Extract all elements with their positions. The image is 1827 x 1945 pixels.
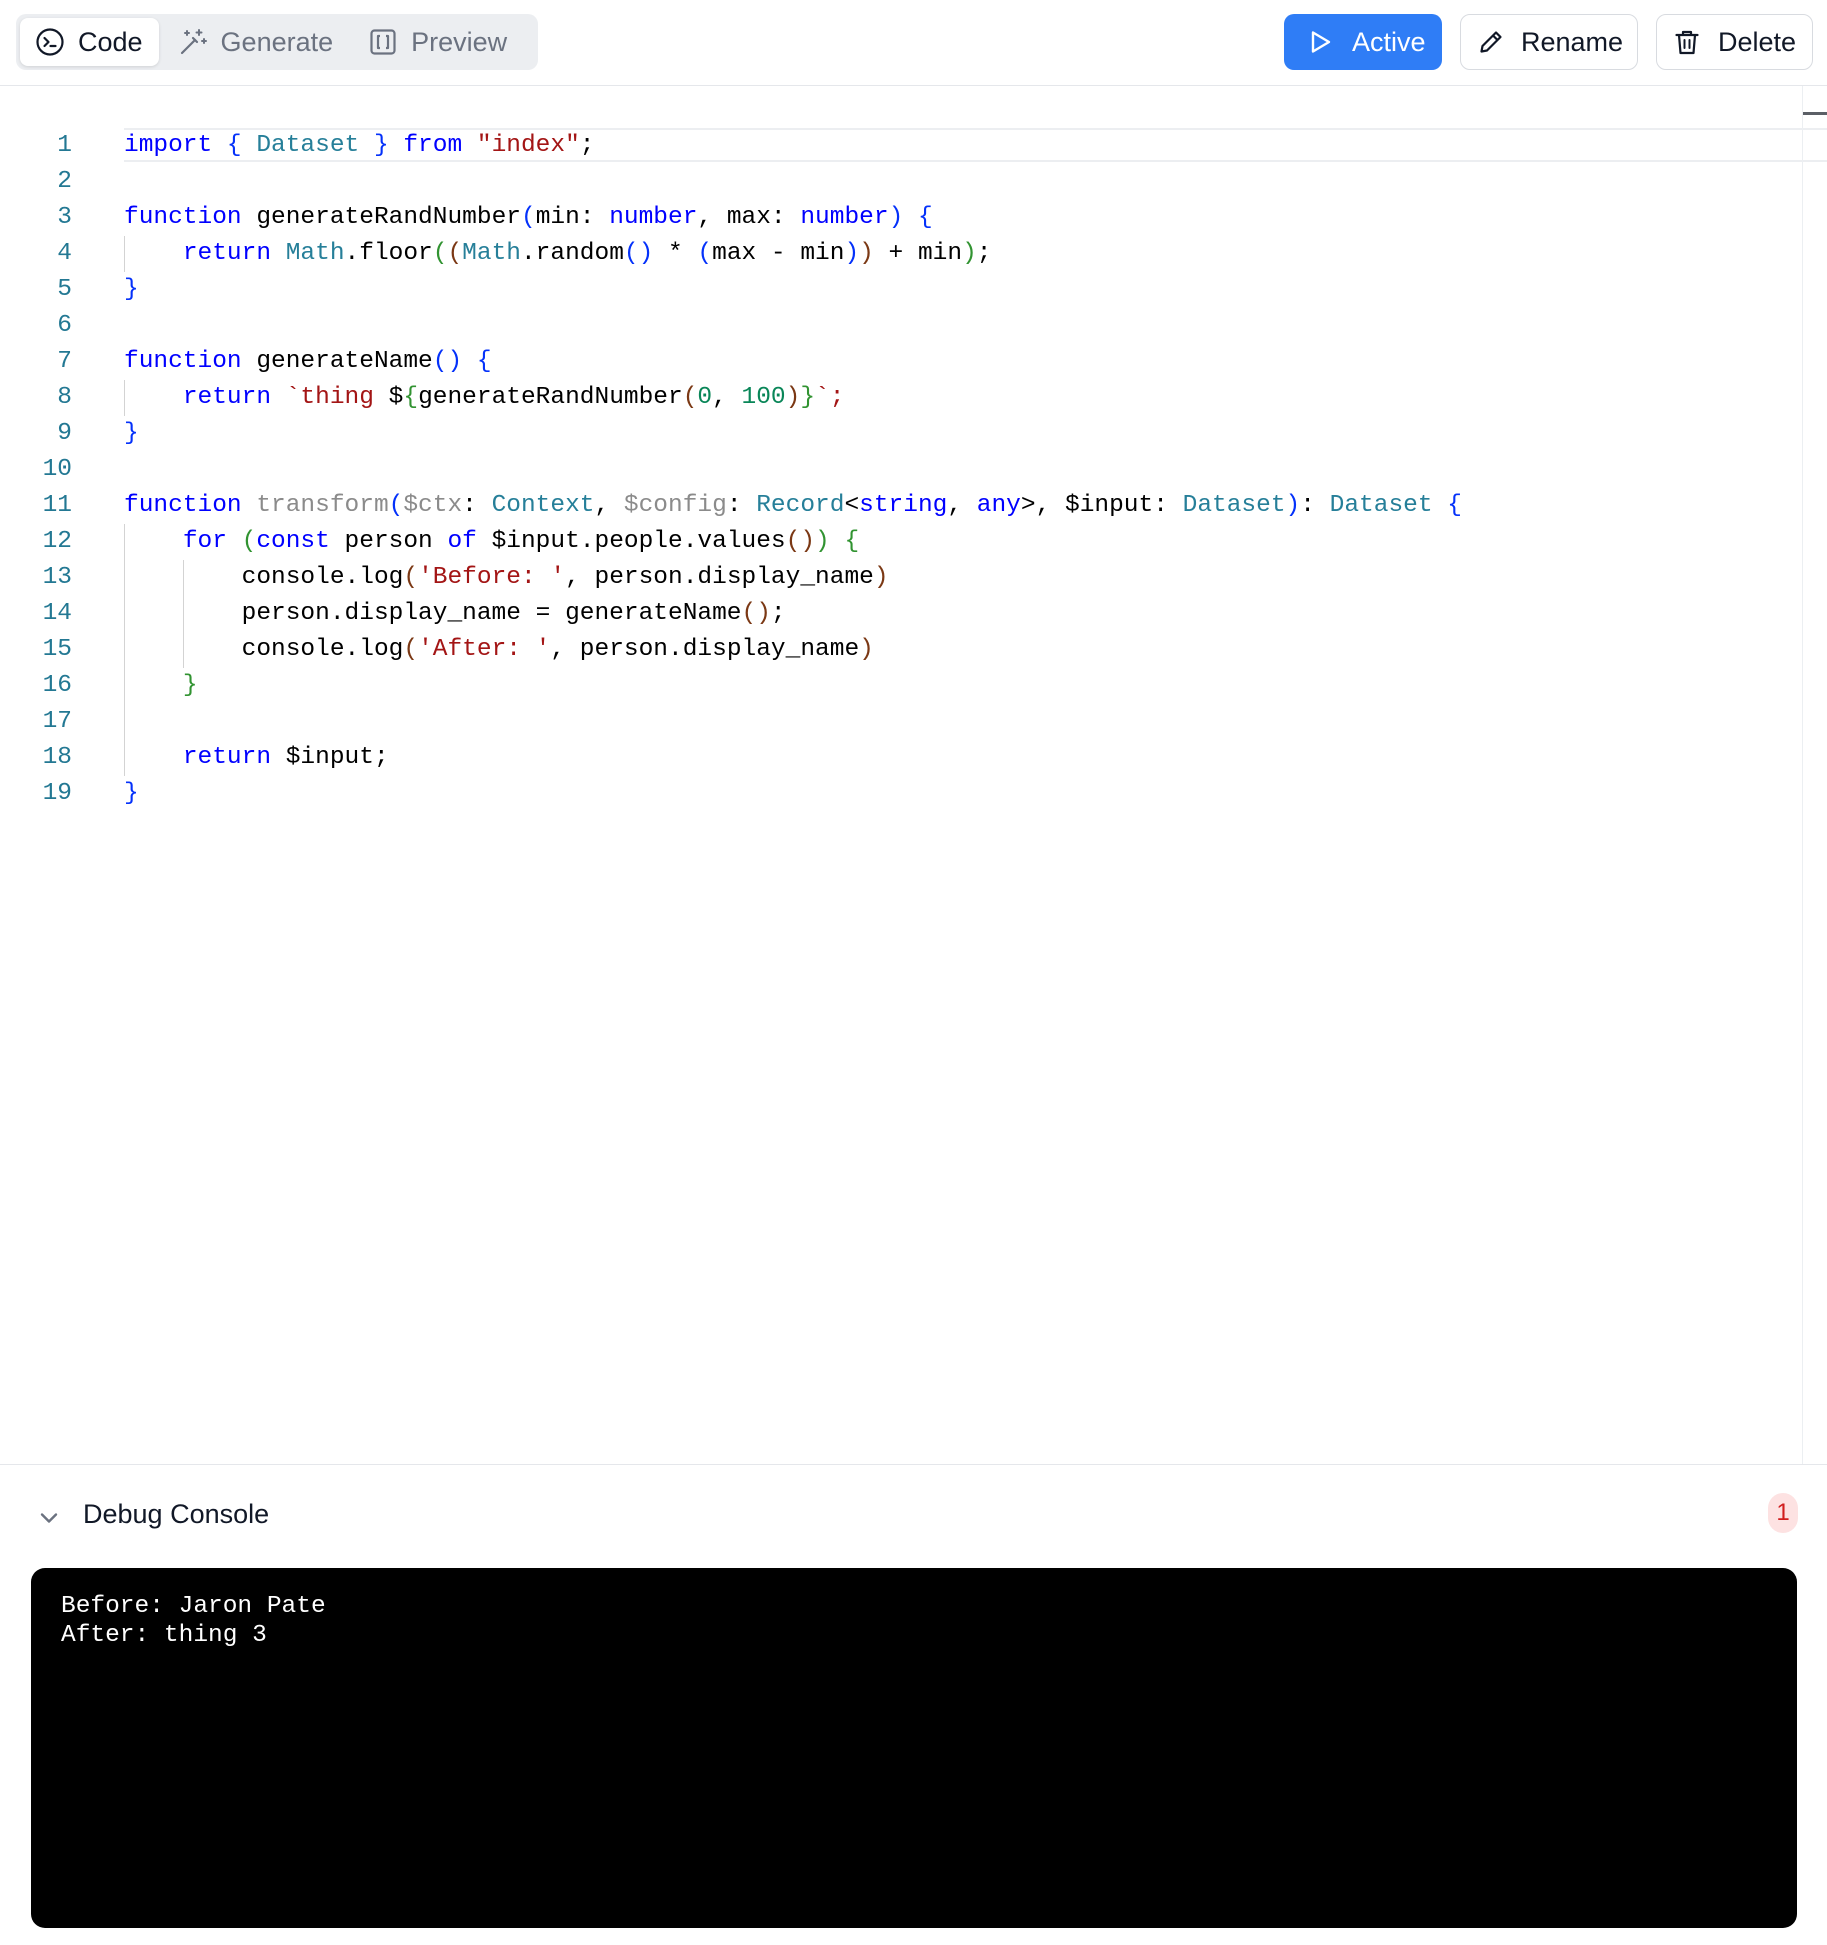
line-number: 13 (42, 564, 72, 591)
tab-generate-label: Generate (220, 26, 334, 57)
indent-guide (124, 668, 125, 704)
console-line: After: thing 3 (61, 1622, 267, 1649)
line-number: 7 (57, 348, 72, 375)
code-line: } (124, 276, 139, 303)
error-count-badge: 1 (1768, 1493, 1798, 1533)
active-button[interactable]: Active (1284, 14, 1442, 70)
code-editor[interactable]: 1 2 3 4 5 6 7 8 9 10 11 12 13 14 15 16 1… (0, 86, 1827, 1464)
tab-preview[interactable]: Preview (353, 18, 523, 66)
line-number: 6 (57, 312, 72, 339)
line-number: 19 (42, 780, 72, 807)
scrollbar-cursor-marker (1803, 112, 1827, 115)
indent-guide (182, 632, 184, 668)
line-number: 8 (57, 384, 72, 411)
code-line: return $input; (124, 740, 1787, 776)
terminal-icon (34, 26, 66, 58)
line-number: 17 (42, 708, 72, 735)
code-line: return Math.floor((Math.random() * (max … (124, 236, 1787, 272)
line-number: 4 (57, 240, 72, 267)
code-line: for (const person of $input.people.value… (124, 524, 1787, 560)
indent-guide (182, 596, 184, 632)
code-content[interactable]: import { Dataset } from "index"; functio… (124, 128, 1787, 812)
indent-guide (124, 380, 125, 416)
indent-guide (124, 596, 125, 632)
magic-wand-icon (177, 26, 209, 58)
code-line: console.log('Before: ', person.display_n… (124, 560, 1787, 596)
tab-code[interactable]: Code (20, 18, 159, 66)
tab-code-label: Code (78, 26, 143, 57)
view-tabs: Code Generate Preview (16, 14, 538, 70)
delete-button-label: Delete (1717, 26, 1796, 57)
code-line: function transform($ctx: Context, $confi… (124, 492, 1462, 519)
line-number: 5 (57, 276, 72, 303)
code-line: import { Dataset } from "index"; (124, 132, 595, 159)
console-line: Before: Jaron Pate (61, 1593, 326, 1620)
line-number: 14 (42, 600, 72, 627)
indent-guide (124, 560, 125, 596)
code-line: function generateName() { (124, 348, 492, 375)
line-number: 1 (57, 132, 72, 159)
indent-guide (124, 632, 125, 668)
indent-guide (124, 740, 125, 776)
brackets-icon (367, 26, 399, 58)
code-line: return `thing ${generateRandNumber(0, 10… (124, 380, 1787, 416)
line-number: 15 (42, 636, 72, 663)
debug-console-title: Debug Console (83, 1499, 270, 1529)
line-number: 2 (57, 168, 72, 195)
tab-preview-label: Preview (411, 26, 508, 57)
code-line: person.display_name = generateName(); (124, 596, 1787, 632)
editor-scrollbar[interactable] (1802, 86, 1803, 1464)
code-line: console.log('After: ', person.display_na… (124, 632, 1787, 668)
code-line: } (124, 420, 139, 447)
line-number: 12 (42, 528, 72, 555)
code-line (124, 704, 1787, 740)
top-toolbar: Code Generate Preview Active Rename Dele… (0, 0, 1827, 86)
rename-button[interactable]: Rename (1460, 14, 1638, 70)
code-line: } (124, 668, 1787, 704)
line-number: 16 (42, 672, 72, 699)
line-number: 11 (42, 492, 72, 519)
line-number-gutter: 1 2 3 4 5 6 7 8 9 10 11 12 13 14 15 16 1… (0, 128, 72, 812)
rename-button-label: Rename (1521, 26, 1624, 57)
line-number: 3 (57, 204, 72, 231)
pencil-icon (1477, 26, 1505, 58)
indent-guide (124, 524, 125, 560)
line-number: 18 (42, 744, 72, 771)
code-line: function generateRandNumber(min: number,… (124, 204, 933, 231)
trash-icon (1673, 26, 1702, 58)
line-number: 10 (42, 456, 72, 483)
debug-console-header[interactable]: Debug Console 1 (0, 1464, 1827, 1568)
indent-guide (124, 236, 125, 272)
line-number: 9 (57, 420, 72, 447)
indent-guide (124, 704, 125, 740)
play-icon (1304, 26, 1336, 58)
debug-console-output: Before: Jaron Pate After: thing 3 (31, 1568, 1797, 1928)
indent-guide (182, 560, 184, 596)
tab-generate[interactable]: Generate (163, 18, 350, 66)
code-line: } (124, 780, 139, 807)
delete-button[interactable]: Delete (1656, 14, 1813, 70)
chevron-down-icon[interactable] (36, 1505, 62, 1531)
active-button-label: Active (1352, 26, 1426, 57)
